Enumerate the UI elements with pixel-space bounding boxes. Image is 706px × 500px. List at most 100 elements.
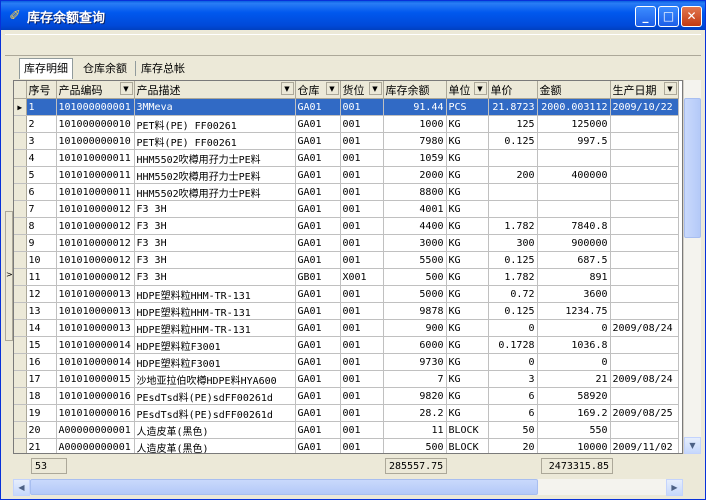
table-row[interactable]: 6 101010000011 HHM5502吹樽用孖力士PE料 GA01 001 8800… bbox=[14, 183, 679, 201]
table-cell[interactable]: 12 bbox=[26, 285, 57, 303]
table-cell[interactable]: 101010000016 bbox=[56, 387, 135, 405]
table-cell[interactable]: KG bbox=[446, 166, 489, 184]
table-cell[interactable]: 4400 bbox=[383, 217, 447, 235]
table-row[interactable]: 4 101010000011 HHM5502吹樽用孖力士PE料 GA01 001 1059… bbox=[14, 149, 679, 167]
table-cell[interactable] bbox=[537, 149, 611, 167]
table-row[interactable]: ▶ 1 101000000001 3MMeva GA01 001 91.44 PCS 21.87… bbox=[14, 98, 679, 116]
horizontal-scroll-thumb[interactable] bbox=[30, 479, 538, 495]
table-cell[interactable]: KG bbox=[446, 149, 489, 167]
table-cell[interactable] bbox=[610, 234, 679, 252]
table-cell[interactable]: HDPE塑料粒F3001 bbox=[134, 353, 296, 371]
table-row[interactable]: 9 101010000012 F3 3H GA01 001 3000 KG 300 900000 bbox=[14, 234, 679, 252]
table-row[interactable]: 11 101010000012 F3 3H GB01 X001 500 KG 1.782 891 bbox=[14, 268, 679, 286]
table-cell[interactable]: 001 bbox=[340, 132, 384, 150]
table-cell[interactable] bbox=[488, 183, 538, 201]
table-cell[interactable]: 001 bbox=[340, 353, 384, 371]
table-cell[interactable]: 5500 bbox=[383, 251, 447, 269]
table-cell[interactable]: 7 bbox=[383, 370, 447, 388]
minimize-button[interactable]: _ bbox=[635, 6, 656, 27]
table-cell[interactable]: HDPE塑料粒HHM-TR-131 bbox=[134, 285, 296, 303]
table-cell[interactable]: F3 3H bbox=[134, 217, 296, 235]
table-cell[interactable]: PEsdTsd料(PE)sdFF00261d bbox=[134, 404, 296, 422]
table-cell[interactable]: GA01 bbox=[295, 353, 341, 371]
table-row[interactable]: 2 101000000010 PET料(PE) FF00261 GA01 001 1000… bbox=[14, 115, 679, 133]
column-header[interactable]: 产品编码 ▼ bbox=[56, 81, 135, 99]
tab-inventory-detail[interactable]: 库存明细 bbox=[19, 58, 73, 79]
table-cell[interactable]: 001 bbox=[340, 387, 384, 405]
table-cell[interactable]: 5000 bbox=[383, 285, 447, 303]
column-header[interactable]: 仓库 ▼ bbox=[295, 81, 341, 99]
table-cell[interactable]: 500 bbox=[383, 268, 447, 286]
table-cell[interactable]: KG bbox=[446, 115, 489, 133]
table-cell[interactable]: PET料(PE) FF00261 bbox=[134, 115, 296, 133]
scroll-left-icon[interactable]: ◀ bbox=[13, 479, 30, 496]
filter-dropdown-icon[interactable]: ▼ bbox=[280, 82, 294, 95]
table-cell[interactable] bbox=[537, 183, 611, 201]
table-cell[interactable]: 7980 bbox=[383, 132, 447, 150]
table-cell[interactable]: 28.2 bbox=[383, 404, 447, 422]
table-row[interactable]: 10 101010000012 F3 3H GA01 001 5500 KG 0.125 687… bbox=[14, 251, 679, 269]
table-cell[interactable] bbox=[488, 200, 538, 218]
table-cell[interactable]: 3 bbox=[26, 132, 57, 150]
table-cell[interactable]: KG bbox=[446, 251, 489, 269]
table-cell[interactable]: KG bbox=[446, 234, 489, 252]
table-cell[interactable]: 001 bbox=[340, 183, 384, 201]
table-cell[interactable]: 001 bbox=[340, 149, 384, 167]
table-cell[interactable]: 2009/08/24 bbox=[610, 319, 679, 337]
horizontal-scrollbar[interactable]: ◀ ▶ bbox=[13, 479, 683, 496]
table-cell[interactable]: 125 bbox=[488, 115, 538, 133]
table-cell[interactable]: 0.1728 bbox=[488, 336, 538, 354]
table-cell[interactable]: 997.5 bbox=[537, 132, 611, 150]
table-cell[interactable]: PET料(PE) FF00261 bbox=[134, 132, 296, 150]
table-cell[interactable]: 1059 bbox=[383, 149, 447, 167]
table-cell[interactable]: 3000 bbox=[383, 234, 447, 252]
table-row[interactable]: 20 A00000000001 人造皮革(黑色) GA01 001 11 BLOCK 50 55… bbox=[14, 421, 679, 439]
table-cell[interactable]: GA01 bbox=[295, 149, 341, 167]
table-cell[interactable]: GA01 bbox=[295, 438, 341, 453]
table-cell[interactable]: 001 bbox=[340, 421, 384, 439]
table-cell[interactable]: 101010000012 bbox=[56, 200, 135, 218]
table-cell[interactable]: 58920 bbox=[537, 387, 611, 405]
table-cell[interactable]: KG bbox=[446, 370, 489, 388]
table-cell[interactable]: GA01 bbox=[295, 404, 341, 422]
table-cell[interactable]: GB01 bbox=[295, 268, 341, 286]
table-cell[interactable]: 沙地亚拉伯吹樽HDPE料HYA600 bbox=[134, 370, 296, 388]
column-header[interactable]: 生产日期 ▼ bbox=[610, 81, 679, 99]
table-cell[interactable]: 0.125 bbox=[488, 132, 538, 150]
table-cell[interactable]: 10 bbox=[26, 251, 57, 269]
table-cell[interactable]: 125000 bbox=[537, 115, 611, 133]
table-cell[interactable]: GA01 bbox=[295, 302, 341, 320]
table-cell[interactable] bbox=[610, 421, 679, 439]
table-cell[interactable]: 20 bbox=[26, 421, 57, 439]
table-cell[interactable]: GA01 bbox=[295, 421, 341, 439]
table-cell[interactable]: 4 bbox=[26, 149, 57, 167]
filter-dropdown-icon[interactable]: ▼ bbox=[368, 82, 382, 95]
table-cell[interactable]: 50 bbox=[488, 421, 538, 439]
column-header[interactable]: 货位 ▼ bbox=[340, 81, 384, 99]
table-cell[interactable] bbox=[610, 251, 679, 269]
table-cell[interactable]: 101010000012 bbox=[56, 268, 135, 286]
table-cell[interactable]: 15 bbox=[26, 336, 57, 354]
table-cell[interactable]: 9730 bbox=[383, 353, 447, 371]
table-cell[interactable]: GA01 bbox=[295, 132, 341, 150]
table-cell[interactable]: 300 bbox=[488, 234, 538, 252]
table-cell[interactable]: 1 bbox=[26, 98, 57, 116]
table-cell[interactable]: GA01 bbox=[295, 370, 341, 388]
tab-inventory-ledger[interactable]: 库存总帐 bbox=[137, 60, 189, 77]
table-cell[interactable]: 3600 bbox=[537, 285, 611, 303]
table-cell[interactable]: KG bbox=[446, 336, 489, 354]
table-cell[interactable]: 001 bbox=[340, 336, 384, 354]
table-cell[interactable]: KG bbox=[446, 217, 489, 235]
column-header[interactable]: 单价 bbox=[488, 81, 538, 99]
table-cell[interactable]: 21.8723 bbox=[488, 98, 538, 116]
table-cell[interactable]: 6 bbox=[26, 183, 57, 201]
table-cell[interactable]: PCS bbox=[446, 98, 489, 116]
table-cell[interactable]: GA01 bbox=[295, 183, 341, 201]
vertical-scroll-thumb[interactable] bbox=[684, 98, 701, 238]
table-cell[interactable]: 4001 bbox=[383, 200, 447, 218]
table-cell[interactable]: BLOCK bbox=[446, 438, 489, 453]
table-cell[interactable]: 169.2 bbox=[537, 404, 611, 422]
table-cell[interactable]: GA01 bbox=[295, 217, 341, 235]
table-cell[interactable]: 2009/08/25 bbox=[610, 404, 679, 422]
table-cell[interactable]: GA01 bbox=[295, 251, 341, 269]
